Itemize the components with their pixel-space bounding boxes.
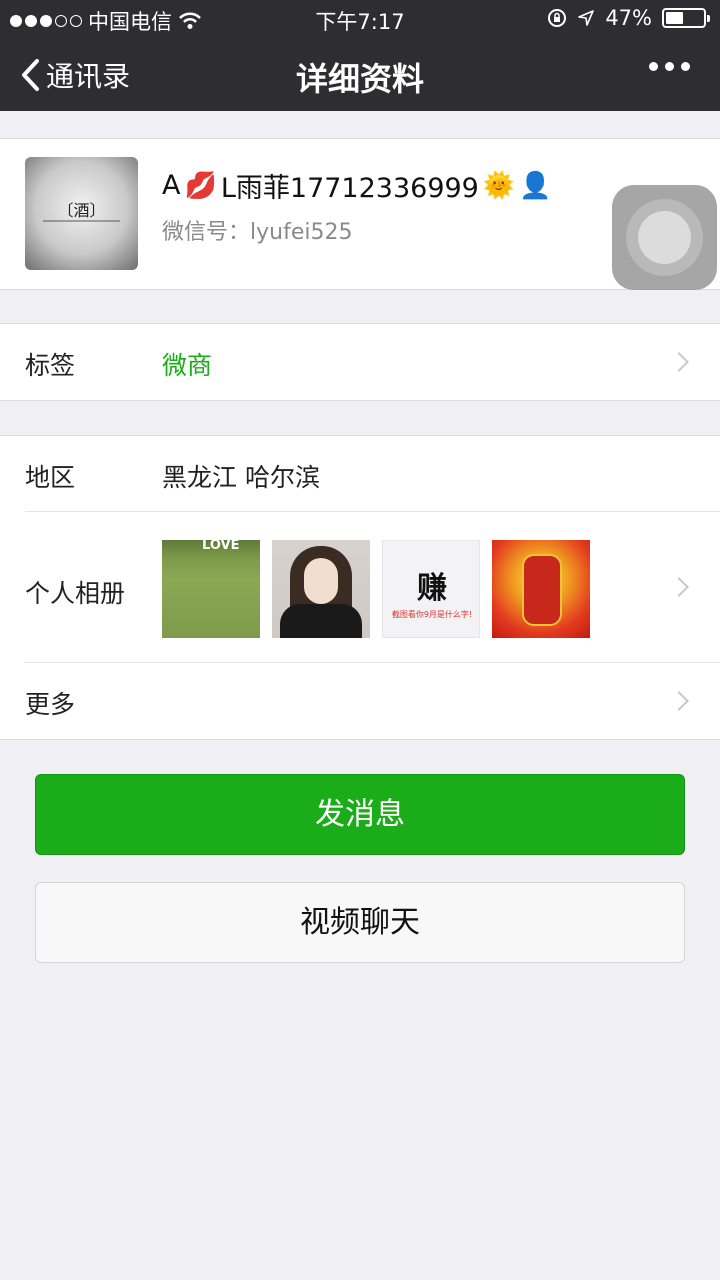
album-photo: 赚 截图看你9月是什么字!	[382, 540, 480, 638]
album-photo	[272, 540, 370, 638]
female-gender-icon: 👤	[519, 170, 552, 201]
album-photo-big-text: 赚	[417, 571, 447, 606]
video-call-button[interactable]: 视频聊天	[35, 882, 685, 963]
region-value: 黑龙江 哈尔滨	[162, 463, 320, 492]
album-photo-small-text: 截图看你9月是什么字!	[391, 610, 473, 619]
album-cell[interactable]: 个人相册 LOVE 赚 截图看你9月是什么字!	[0, 512, 720, 663]
status-bar: 中国电信 下午7:17 47%	[0, 0, 720, 38]
info-group: 地区 黑龙江 哈尔滨 个人相册 LOVE 赚 截图看你9月是什么字! 更多	[0, 435, 720, 740]
battery-percent: 47%	[605, 6, 652, 30]
nav-bar: 通讯录 详细资料	[0, 38, 720, 111]
album-photo: LOVE	[162, 540, 260, 638]
rotation-lock-icon	[548, 9, 567, 27]
status-right: 47%	[547, 6, 710, 30]
chevron-right-icon	[669, 352, 689, 372]
chevron-right-icon	[669, 691, 689, 711]
avatar[interactable]: 〔酒〕	[25, 157, 138, 270]
tags-group: 标签 微商	[0, 323, 720, 401]
tags-label: 标签	[25, 351, 76, 380]
top-bar: 中国电信 下午7:17 47% 通讯录 详细资料	[0, 0, 720, 111]
assistive-touch-button[interactable]	[612, 185, 717, 290]
album-thumbnails: LOVE 赚 截图看你9月是什么字!	[162, 540, 590, 638]
name-prefix: A	[162, 170, 181, 201]
album-label: 个人相册	[25, 579, 126, 608]
name-main: L雨菲17712336999	[220, 173, 479, 204]
more-options-icon[interactable]	[649, 62, 690, 71]
battery-fill	[666, 12, 683, 24]
album-photo-caption: LOVE	[202, 540, 240, 553]
wechat-id: 微信号：lyufei525	[162, 220, 353, 245]
send-message-button[interactable]: 发消息	[35, 774, 685, 855]
tags-cell[interactable]: 标签 微商	[0, 324, 720, 400]
more-cell[interactable]: 更多	[0, 663, 720, 739]
battery-icon	[662, 8, 710, 28]
kiss-emoji-icon: 💋	[184, 170, 217, 201]
region-cell: 地区 黑龙江 哈尔滨	[0, 436, 720, 512]
page-title: 详细资料	[295, 60, 424, 98]
avatar-text: 〔酒〕	[57, 201, 106, 220]
location-icon	[578, 10, 595, 26]
tags-value: 微商	[162, 351, 213, 380]
profile-name: A 💋 L雨菲17712336999 🌞 👤	[162, 166, 552, 205]
region-label: 地区	[25, 463, 76, 492]
album-photo	[492, 540, 590, 638]
more-label: 更多	[25, 690, 76, 719]
chevron-right-icon	[669, 577, 689, 597]
sun-emoji-icon: 🌞	[482, 170, 516, 201]
